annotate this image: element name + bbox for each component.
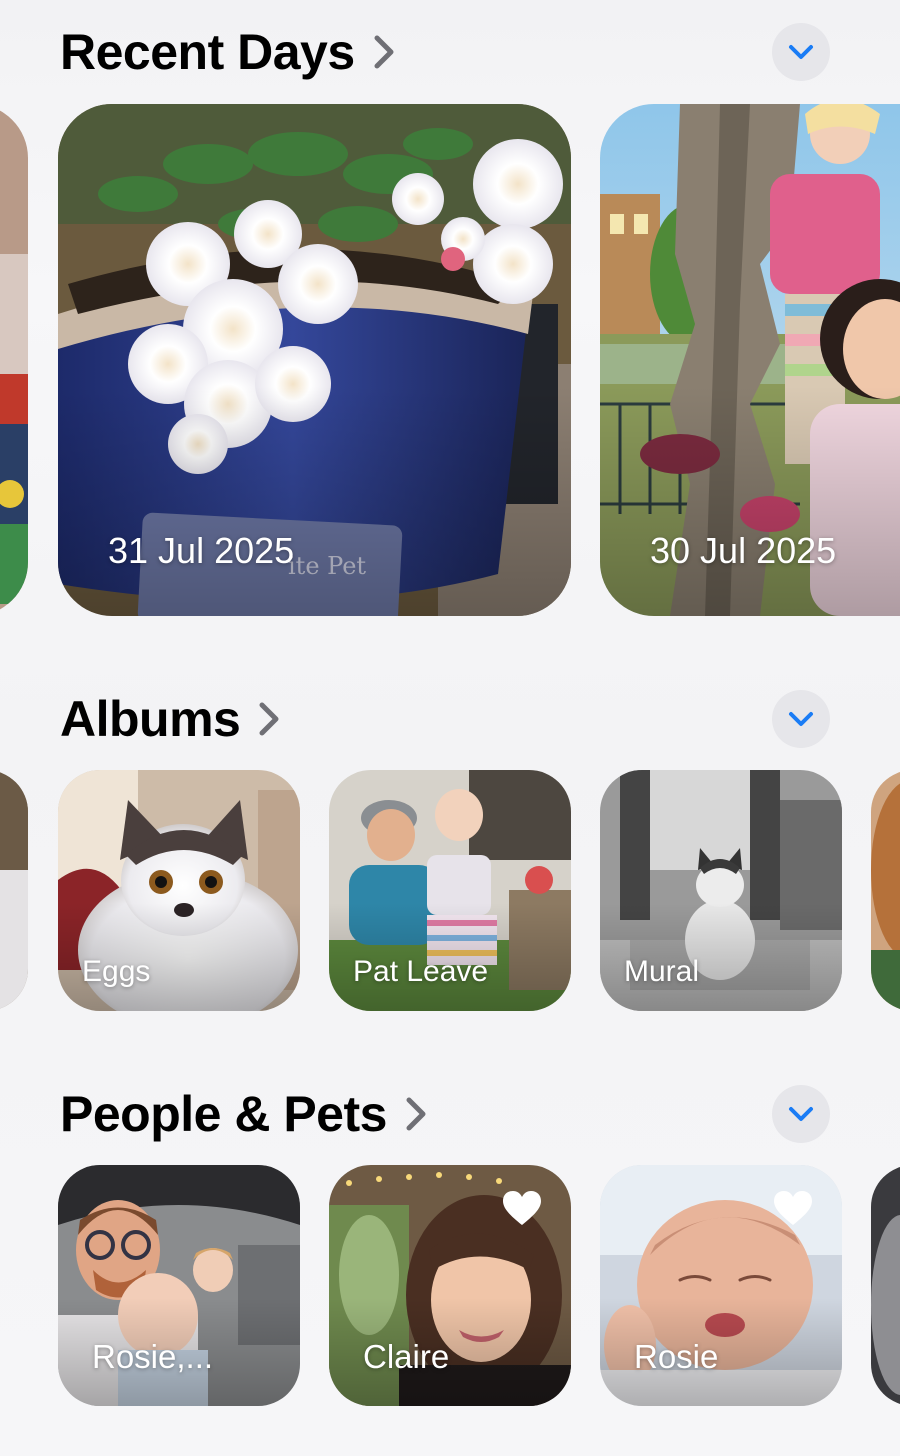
- recent-day-card-30-jul[interactable]: 30 Jul 2025: [600, 104, 900, 616]
- recent-days-collapse-button[interactable]: [772, 23, 830, 81]
- albums-title: Albums: [60, 691, 241, 747]
- chevron-down-icon: [789, 712, 813, 726]
- person-card-rosie[interactable]: Rosie: [600, 1165, 842, 1406]
- album-card-pat-leave[interactable]: Pat Leave: [329, 770, 571, 1011]
- card-shade: [600, 385, 900, 616]
- people-pets-title-link[interactable]: People & Pets: [60, 1084, 431, 1144]
- chevron-down-icon: [789, 1107, 813, 1121]
- recent-days-title-link[interactable]: Recent Days: [60, 22, 399, 82]
- chevron-right-icon: [406, 1097, 426, 1131]
- recent-day-card-31-jul[interactable]: ite Pet 31 Jul 2025: [58, 104, 571, 616]
- person-card-next[interactable]: [871, 1165, 900, 1406]
- album-card-mural[interactable]: Mural: [600, 770, 842, 1011]
- album-card-previous[interactable]: [0, 770, 28, 1011]
- album-photo-previous: [0, 770, 28, 1011]
- album-label: Pat Leave: [353, 955, 489, 988]
- recent-days-title: Recent Days: [60, 24, 355, 80]
- album-label: Mural: [624, 955, 700, 988]
- person-card-rosie-group[interactable]: Rosie,...: [58, 1165, 300, 1406]
- photos-collections-page: Recent Days 31 Jul 2025 30 Jul 2025 Albu…: [0, 0, 900, 1456]
- chevron-right-icon: [374, 35, 394, 69]
- people-pets-title: People & Pets: [60, 1086, 387, 1142]
- album-card-next[interactable]: [871, 770, 900, 1011]
- album-label: Eggs: [82, 955, 151, 988]
- album-card-eggs[interactable]: Eggs: [58, 770, 300, 1011]
- people-pets-header: People & Pets: [60, 1084, 830, 1144]
- person-label: Claire: [363, 1338, 450, 1375]
- recent-day-card-previous[interactable]: [0, 104, 28, 616]
- albums-title-link[interactable]: Albums: [60, 689, 284, 749]
- recent-day-label: 30 Jul 2025: [650, 530, 837, 571]
- person-label: Rosie: [634, 1338, 719, 1375]
- heart-icon: [774, 1191, 812, 1225]
- recent-day-label: 31 Jul 2025: [108, 530, 295, 571]
- chevron-right-icon: [259, 702, 279, 736]
- people-pets-collapse-button[interactable]: [772, 1085, 830, 1143]
- recent-day-photo-previous: [0, 104, 28, 616]
- person-card-claire[interactable]: Claire: [329, 1165, 571, 1406]
- card-shade: [58, 385, 571, 616]
- heart-icon: [503, 1191, 541, 1225]
- person-photo-next: [871, 1165, 900, 1406]
- albums-header: Albums: [60, 689, 830, 749]
- albums-collapse-button[interactable]: [772, 690, 830, 748]
- chevron-down-icon: [789, 45, 813, 59]
- album-photo-next: [871, 770, 900, 1011]
- recent-days-header: Recent Days: [60, 22, 830, 82]
- person-label: Rosie,...: [92, 1338, 214, 1375]
